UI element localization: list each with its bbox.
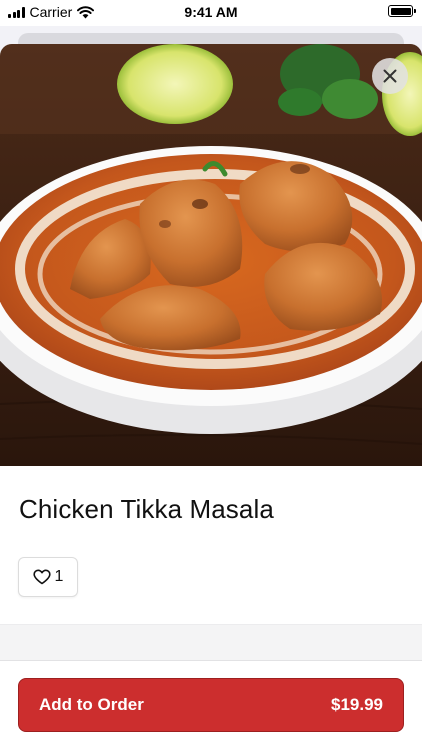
heart-outline-icon bbox=[32, 569, 51, 585]
bottom-action-bar: Add to Order $19.99 bbox=[0, 660, 422, 750]
like-button[interactable]: 1 bbox=[18, 557, 78, 597]
status-time: 9:41 AM bbox=[184, 4, 238, 20]
details-divider bbox=[0, 624, 422, 660]
battery-fill bbox=[390, 7, 411, 15]
add-to-order-button[interactable]: Add to Order $19.99 bbox=[18, 678, 404, 732]
status-bar: Carrier 9:41 AM bbox=[0, 0, 422, 26]
like-count: 1 bbox=[54, 568, 64, 585]
close-icon bbox=[383, 69, 397, 83]
add-to-order-label: Add to Order bbox=[39, 695, 144, 714]
screen: Carrier 9:41 AM Chicken Tikka Masala 1 A… bbox=[0, 0, 422, 750]
item-detail-modal: Chicken Tikka Masala 1 Add to Order $19.… bbox=[0, 44, 422, 750]
dish-image bbox=[0, 44, 422, 466]
dish-title: Chicken Tikka Masala bbox=[19, 494, 274, 524]
dish-photo bbox=[0, 44, 422, 466]
close-button[interactable] bbox=[372, 58, 408, 94]
price-label: $19.99 bbox=[331, 695, 383, 714]
battery-icon bbox=[388, 5, 416, 17]
